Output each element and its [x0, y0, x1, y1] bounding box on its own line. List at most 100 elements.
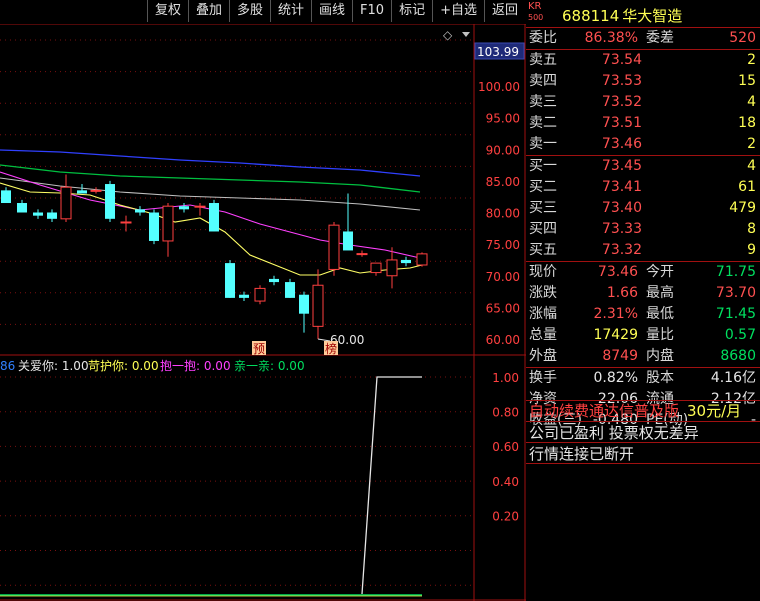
- price-tick-label: 70.00: [486, 270, 520, 284]
- quote-row: 涨跌 1.66 最高 73.70: [526, 283, 760, 304]
- weibi-value: 86.38%: [584, 30, 638, 46]
- indicator-legend-item: 关爱你: 1.00: [18, 359, 89, 373]
- toolbar-button-6[interactable]: 标记: [391, 0, 432, 22]
- quote-panel: KR 500 688114 华大智造 委比 86.38% 委差 520 卖五 73.54 2 卖…: [526, 0, 760, 601]
- toolbar-button-0[interactable]: 复权: [146, 0, 188, 22]
- quote-label-2: 最低: [646, 306, 674, 322]
- bid-volume: 8: [747, 221, 756, 237]
- bid-row: 买三 73.40 479: [526, 198, 760, 219]
- kline-chart[interactable]: 100.00 95.00 90.00 85.00 80.00 75.00 70.00 65.0…: [0, 24, 526, 601]
- tag-text-2: 榜: [325, 341, 337, 356]
- panel-divider-line: [526, 463, 760, 464]
- candle-up: [416, 253, 428, 266]
- bid-row: 买五 73.32 9: [526, 240, 760, 261]
- candle-up: [90, 189, 102, 192]
- ask-row: 卖四 73.53 15: [526, 71, 760, 92]
- ask-price: 73.52: [601, 94, 642, 110]
- bid-level-label: 买五: [529, 242, 557, 258]
- bid-row: 买一 73.45 4: [526, 156, 760, 177]
- ask-price: 73.54: [601, 52, 642, 68]
- bid-price: 73.40: [601, 200, 642, 216]
- candle-down: [135, 209, 145, 213]
- weicha-value: 520: [729, 30, 756, 46]
- candle-down: [149, 212, 159, 241]
- weibi-label: 委比: [529, 30, 557, 46]
- board-badge-sub: 500: [528, 13, 544, 22]
- toolbar-button-4[interactable]: 画线: [311, 0, 352, 22]
- quote-value-2: 73.70: [715, 285, 756, 301]
- candle-up: [356, 253, 368, 256]
- quote-label-2: 量比: [646, 327, 674, 343]
- bid-price: 73.45: [601, 158, 642, 174]
- quote-value-2: 71.45: [715, 306, 756, 322]
- candle-down: [225, 263, 235, 298]
- candle-up: [120, 221, 132, 224]
- candle-down: [239, 294, 249, 298]
- indicator-tick-label: 0.80: [492, 406, 519, 420]
- price-tick-label: 65.00: [486, 301, 520, 315]
- ask-price: 73.51: [601, 115, 642, 131]
- finance-value: 0.82%: [593, 370, 638, 386]
- quote-label-2: 内盘: [646, 348, 674, 364]
- ask-row: 卖二 73.51 18: [526, 113, 760, 134]
- finance-label: 换手: [529, 370, 557, 386]
- candle-down: [17, 203, 27, 213]
- quote-row: 涨幅 2.31% 最低 71.45: [526, 304, 760, 325]
- candle-down: [105, 184, 115, 219]
- bid-price: 73.32: [601, 242, 642, 258]
- quote-label: 涨跌: [529, 285, 557, 301]
- price-tick-label: 80.00: [486, 207, 520, 221]
- ask-row: 卖一 73.46 2: [526, 134, 760, 155]
- ask-level-label: 卖二: [529, 115, 557, 131]
- bid-level-label: 买一: [529, 158, 557, 174]
- weicha-label: 委差: [646, 30, 674, 46]
- toolbar-button-8[interactable]: 返回: [483, 0, 525, 22]
- candle-down: [269, 278, 279, 283]
- candle-up: [194, 205, 206, 208]
- price-tick-label: 75.00: [486, 238, 520, 252]
- candle-up: [370, 262, 382, 274]
- ask-volume: 4: [747, 94, 756, 110]
- bid-price: 73.33: [601, 221, 642, 237]
- quote-label-2: 最高: [646, 285, 674, 301]
- toolbar-button-2[interactable]: 多股: [228, 0, 270, 22]
- quote-value: 2.31%: [593, 306, 638, 322]
- ask-level-label: 卖四: [529, 73, 557, 89]
- ask-volume: 2: [747, 52, 756, 68]
- ask-volume: 2: [747, 136, 756, 152]
- promo-link[interactable]: 自动续费通达信普及版 30元/月: [529, 400, 741, 421]
- candle-down: [47, 212, 57, 219]
- bid-level-label: 买二: [529, 179, 557, 195]
- quote-row: 总量 17429 量比 0.57: [526, 325, 760, 346]
- quote-value-2: 0.57: [724, 327, 756, 343]
- toolbar-button-5[interactable]: F10: [352, 0, 391, 22]
- indicator-tick-label: 0.60: [492, 440, 519, 454]
- indicator-tick-label: 1.00: [492, 371, 519, 385]
- ask-level-label: 卖三: [529, 94, 557, 110]
- quote-label-2: 今开: [646, 264, 674, 280]
- quote-label: 外盘: [529, 348, 557, 364]
- toolbar-button-3[interactable]: 统计: [270, 0, 311, 22]
- board-badge: KR: [528, 1, 542, 12]
- ask-volume: 15: [738, 73, 756, 89]
- candle-down: [179, 206, 189, 210]
- promo-price: 30元/月: [687, 402, 742, 420]
- indicator-tick-label: 0.20: [492, 509, 519, 523]
- price-tick-label: 100.00: [478, 80, 520, 94]
- quote-value: 8749: [602, 348, 638, 364]
- quote-label: 涨幅: [529, 306, 557, 322]
- ask-level-label: 卖五: [529, 52, 557, 68]
- indicator-tick-label: 0.40: [492, 475, 519, 489]
- indicator-lead-label: 86: [0, 359, 15, 373]
- dropdown-triangle-icon: [462, 32, 470, 37]
- current-price-label: 103.99: [477, 45, 519, 59]
- ask-level-label: 卖一: [529, 136, 557, 152]
- finance-row: 换手 0.82% 股本 4.16亿: [526, 368, 760, 389]
- toolbar-button-1[interactable]: 叠加: [187, 0, 229, 22]
- toolbar-button-7[interactable]: +自选: [432, 0, 484, 22]
- candle-up: [328, 224, 340, 270]
- candle-up: [254, 287, 266, 302]
- quote-row: 外盘 8749 内盘 8680: [526, 346, 760, 367]
- finance-value-2: 4.16亿: [710, 370, 756, 386]
- stock-title: 688114 华大智造: [562, 5, 682, 26]
